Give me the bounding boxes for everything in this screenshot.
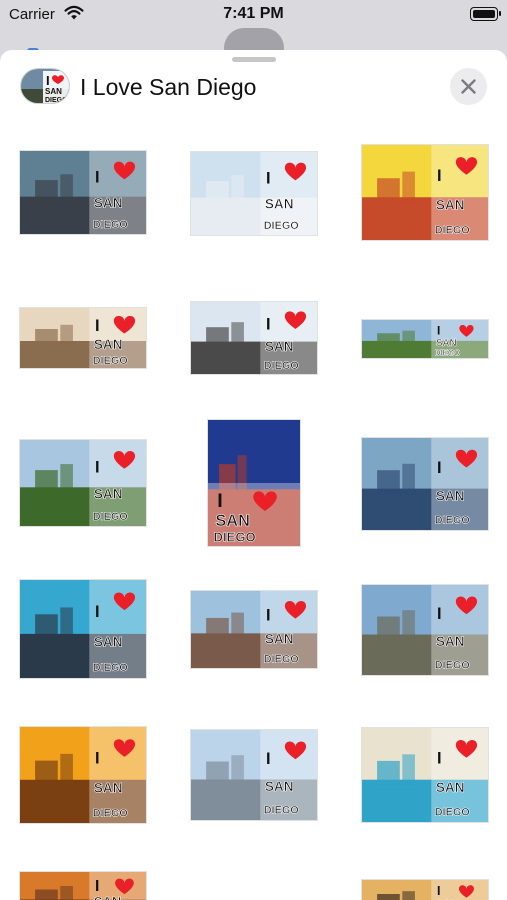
sticker-san-label: SAN <box>436 780 465 795</box>
sticker-i-label: I <box>437 459 442 477</box>
sticker-i-label: I <box>437 167 442 185</box>
sticker-i-label: I <box>95 169 100 187</box>
sticker-sunset-pier[interactable]: ISANDIEGO <box>362 880 488 900</box>
sticker-i-label: I <box>95 603 100 621</box>
sticker-san-label: SAN <box>265 779 294 794</box>
sticker-mission-church[interactable]: I SAN DIEGO <box>20 440 146 526</box>
sticker-pier-sunset[interactable]: I SAN DIEGO <box>20 308 146 368</box>
sticker-san-label: SAN <box>436 489 465 504</box>
sticker-convention-center[interactable]: I SAN DIEGO <box>208 420 300 546</box>
sticker-san-label: SAN <box>94 337 123 352</box>
sticker-i-label: I <box>95 459 100 477</box>
sticker-diego-label: DIEGO <box>93 355 128 367</box>
sticker-i-label: I <box>437 884 440 898</box>
sticker-san-label: SAN <box>94 635 123 650</box>
sticker-san-label: SAN <box>94 780 123 795</box>
sticker-san-label: SAN <box>436 634 465 649</box>
sticker-san-label: SAN <box>94 486 123 501</box>
sticker-orange-sunset[interactable]: I SAN DIEGO <box>20 727 146 823</box>
sticker-harbor-aerial[interactable]: I SAN DIEGO <box>20 580 146 678</box>
status-bar: Carrier 7:41 PM <box>0 0 507 30</box>
sticker-grid: I SAN DIEGO I SAN DIEGO I SAN DIEGO I SAN DIEGO I SAN… <box>0 50 507 900</box>
sticker-diego-label: DIEGO <box>93 807 128 819</box>
sticker-la-jolla-cove[interactable]: I SAN DIEGO <box>362 585 488 675</box>
sticker-diego-label: DIEGO <box>264 654 299 666</box>
sticker-san-label: SAN <box>265 196 294 211</box>
sticker-diego-label: DIEGO <box>435 660 470 672</box>
sticker-diego-label: DIEGO <box>93 511 128 523</box>
sticker-diego-label: DIEGO <box>93 219 128 231</box>
sticker-seaport-village[interactable]: I SAN DIEGO <box>362 145 488 240</box>
sticker-san-label: SAN <box>265 339 294 354</box>
sticker-sheet: I SAN DIEGO I Love San Diego I SAN DIEGO I S… <box>0 50 507 900</box>
battery-icon <box>470 7 501 21</box>
sticker-seaworld-lagoon[interactable]: I SAN DIEGO <box>362 728 488 822</box>
sticker-paraglider-beach[interactable]: I SAN DIEGO <box>191 152 317 235</box>
sticker-i-label: I <box>95 749 100 767</box>
sticker-diego-label: DIEGO <box>264 805 299 817</box>
sticker-san-label: SAN <box>94 894 121 900</box>
sticker-diego-label: DIEGO <box>435 806 470 818</box>
sticker-i-label: I <box>217 490 222 512</box>
sticker-market-tent[interactable]: ISANDIEGO <box>20 872 146 900</box>
sticker-i-label: I <box>266 750 271 768</box>
sticker-san-label: SAN <box>215 512 250 530</box>
sticker-diego-label: DIEGO <box>264 360 299 372</box>
sticker-diego-label: DIEGO <box>435 348 460 357</box>
sticker-i-label: I <box>266 170 271 188</box>
sticker-san-label: SAN <box>94 195 123 210</box>
sticker-san-label: SAN <box>265 631 294 646</box>
sticker-diego-label: DIEGO <box>435 224 470 236</box>
sticker-san-label: SAN <box>436 338 457 349</box>
sticker-i-label: I <box>95 317 100 335</box>
sticker-san-label: SAN <box>436 198 465 213</box>
sticker-coronado-bridge[interactable]: I SAN DIEGO <box>362 438 488 530</box>
sticker-aerial-city[interactable]: I SAN DIEGO <box>20 151 146 234</box>
sticker-i-label: I <box>437 750 442 768</box>
sticker-i-label: I <box>95 878 99 895</box>
sticker-diego-label: DIEGO <box>93 662 128 674</box>
sticker-i-label: I <box>266 606 271 624</box>
sticker-gaslamp-quarter[interactable]: I SAN DIEGO <box>191 591 317 668</box>
sticker-diego-label: DIEGO <box>264 220 299 232</box>
clock-label: 7:41 PM <box>223 5 284 22</box>
sticker-diego-label: DIEGO <box>214 530 256 545</box>
sticker-star-of-india[interactable]: I SAN DIEGO <box>191 302 317 374</box>
sticker-balboa-palm[interactable]: I SAN DIEGO <box>191 730 317 820</box>
sticker-i-label: I <box>437 323 440 337</box>
sticker-park-panorama[interactable]: I SAN DIEGO <box>362 320 488 358</box>
sticker-i-label: I <box>266 315 271 333</box>
sticker-i-label: I <box>437 605 442 623</box>
sticker-diego-label: DIEGO <box>435 515 470 527</box>
